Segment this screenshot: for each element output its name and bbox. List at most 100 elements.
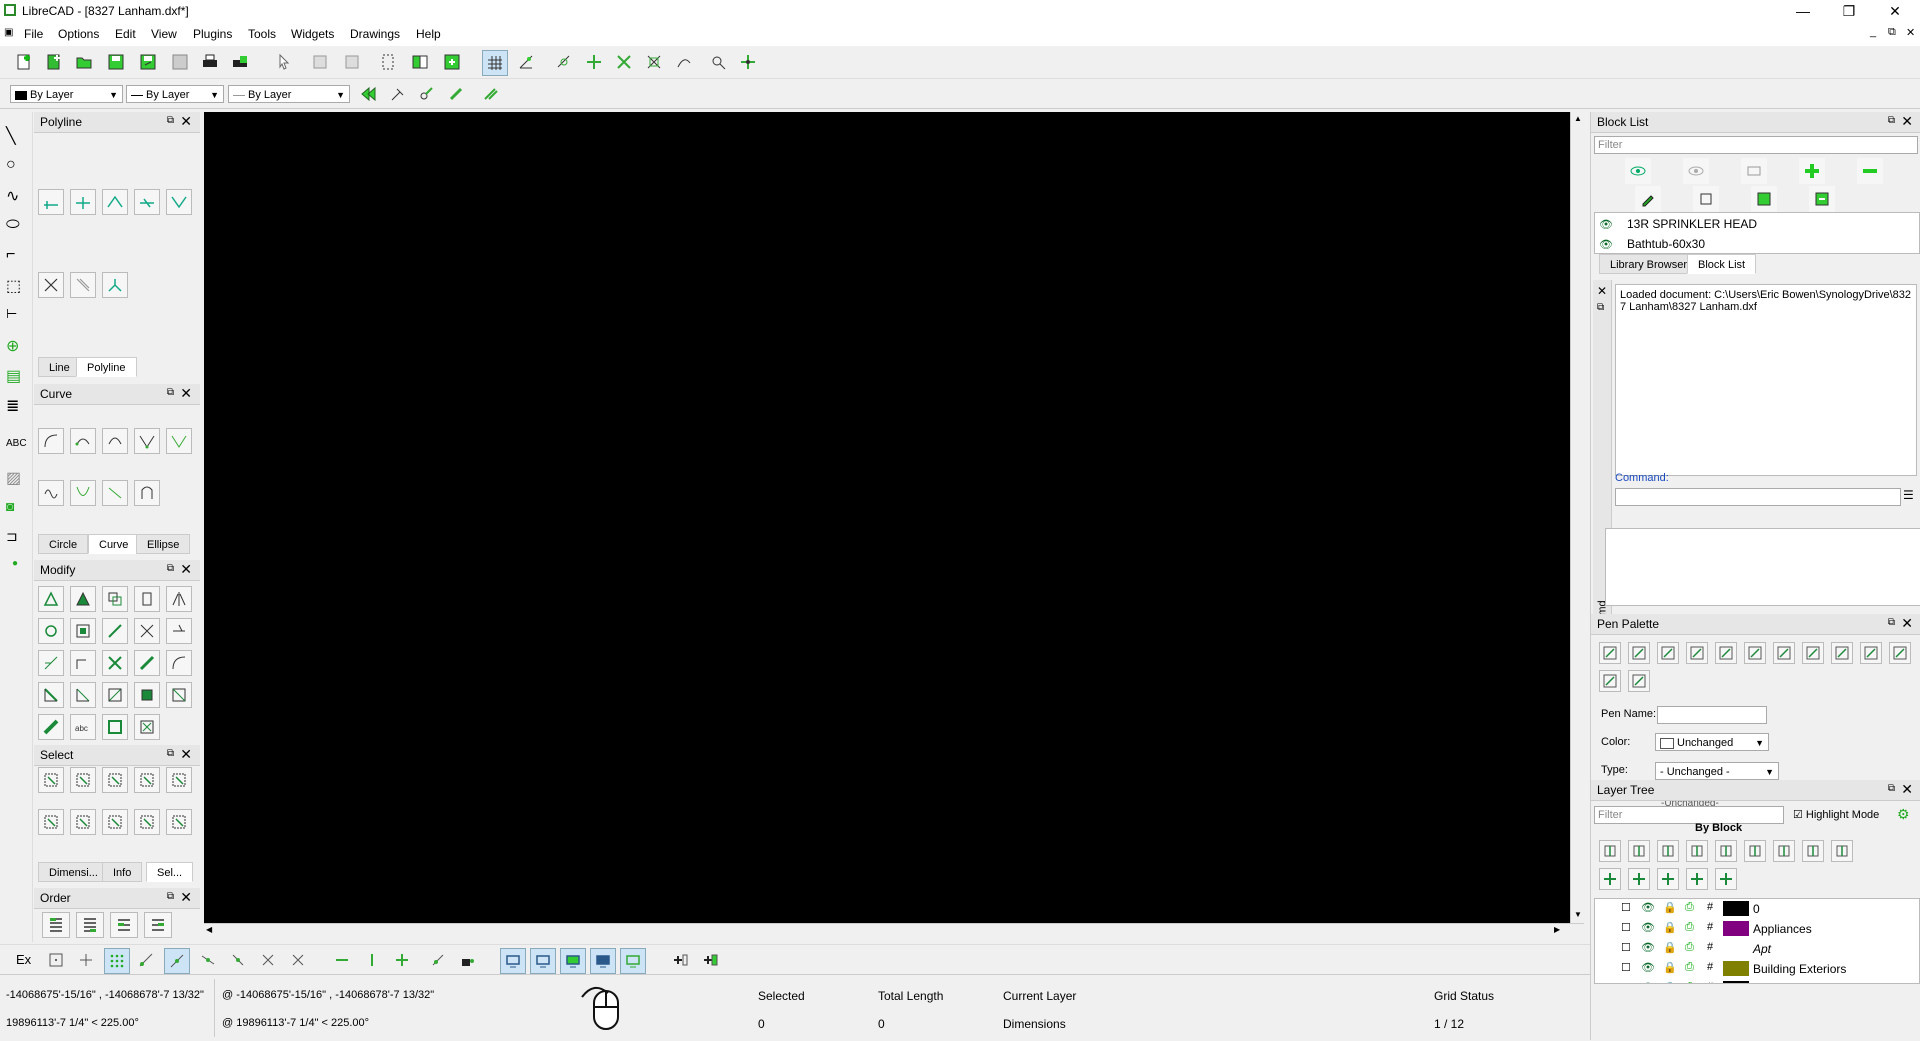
modify-rotate-two-button[interactable] [38, 618, 64, 644]
select-single-button[interactable] [38, 767, 64, 793]
snap-free-button[interactable] [44, 948, 68, 972]
layer-activate-layer-button[interactable] [1657, 840, 1679, 862]
scroll-left-icon[interactable]: ◀ [206, 925, 212, 934]
pen-pick-button[interactable] [386, 82, 410, 106]
tab-info[interactable]: Info [102, 862, 143, 882]
deselect-intersected-button[interactable] [38, 809, 64, 835]
layer-layer-list-button[interactable] [1715, 868, 1737, 890]
order-lower-button[interactable] [110, 912, 138, 938]
layer-expand-icon[interactable]: ☐ [1621, 961, 1631, 974]
zoom-in-button[interactable] [582, 50, 606, 74]
menu-tools[interactable]: Tools [248, 27, 276, 41]
image-tool-icon[interactable]: ◙ [6, 498, 14, 514]
modify-tool-icon[interactable]: ⊕ [6, 336, 19, 356]
view-5-button[interactable] [620, 948, 646, 974]
paste-button[interactable] [440, 50, 464, 74]
modify-trim-button[interactable] [102, 618, 128, 644]
list-item[interactable]: 👁 Bathtub-60x30 [1599, 237, 1705, 251]
pen-tool-7-button[interactable] [1773, 642, 1795, 664]
close-window-button[interactable]: ✕ [1872, 0, 1918, 22]
select-pointer-button[interactable] [272, 50, 296, 74]
layer-layer-up-button[interactable] [1715, 840, 1737, 862]
modify-rotate-button[interactable] [70, 586, 96, 612]
create-block-button-2[interactable] [1741, 158, 1767, 184]
redraw-button[interactable] [552, 50, 576, 74]
ellipse-tool-icon[interactable]: ⬭ [6, 216, 20, 234]
lock-icon[interactable]: 🔒 [1663, 941, 1677, 954]
pen-tool-13-button[interactable] [1628, 670, 1650, 692]
insert-block-button-2[interactable] [1809, 186, 1835, 212]
layer-toggle-print-button[interactable] [1802, 840, 1824, 862]
layer-lock-all-button[interactable] [1831, 840, 1853, 862]
dimension-tool-icon[interactable]: ⊢ [6, 306, 17, 322]
edit-block-button[interactable] [1693, 186, 1719, 212]
exclusive-snap-button[interactable]: Ex [16, 952, 31, 967]
modify-properties-button[interactable] [38, 682, 64, 708]
cut-button[interactable] [376, 50, 400, 74]
polyline-tool-1[interactable] [38, 189, 64, 215]
hide-all-blocks-button[interactable] [1683, 158, 1709, 184]
snap-intersection-button[interactable] [286, 948, 310, 972]
invert-selection-button[interactable] [134, 809, 160, 835]
order-tool-icon[interactable]: ≣ [6, 396, 19, 416]
menu-edit[interactable]: Edit [115, 27, 136, 41]
polyline-tool-2[interactable] [70, 189, 96, 215]
pen-color-combo[interactable]: Unchanged ▼ [1655, 733, 1769, 751]
pen-name-input[interactable] [1657, 706, 1767, 724]
pen-apply-all-button[interactable] [478, 82, 502, 106]
printer-icon[interactable]: ⎙ [1685, 941, 1694, 954]
select-intersected-button[interactable] [166, 767, 192, 793]
close-icon[interactable]: ✕ [180, 385, 192, 402]
tab-select[interactable]: Sel... [146, 862, 194, 882]
order-top-button[interactable] [76, 912, 104, 938]
layer-add-layer-button[interactable] [1599, 868, 1621, 890]
modify-mirror-button[interactable] [134, 586, 160, 612]
arc-chord-tool[interactable] [102, 480, 128, 506]
select-all-button[interactable] [102, 809, 128, 835]
menu-widgets[interactable]: Widgets [291, 27, 334, 41]
lock-relative-zero-button[interactable] [456, 948, 480, 972]
create-block-button[interactable] [698, 948, 722, 972]
float-icon[interactable]: ⧉ [167, 891, 174, 902]
eye-icon[interactable]: 👁 [1641, 961, 1655, 974]
zoom-window-button[interactable] [706, 50, 730, 74]
order-raise-button[interactable] [144, 912, 172, 938]
close-icon[interactable]: ✕ [1901, 113, 1913, 130]
layer-filter-input[interactable]: Filter [1594, 806, 1784, 824]
eye-icon[interactable]: 👁 [1641, 941, 1655, 954]
open-file-button[interactable] [72, 50, 96, 74]
layer-layer-down-button[interactable] [1744, 840, 1766, 862]
close-icon[interactable]: ✕ [180, 561, 192, 578]
eye-icon[interactable]: 👁 [1599, 219, 1613, 231]
polyline-tool-7[interactable] [70, 272, 96, 298]
modify-bevel-button[interactable] [70, 650, 96, 676]
polyline-tool-3[interactable] [102, 189, 128, 215]
gear-icon[interactable]: ⚙ [1897, 806, 1910, 823]
maximize-button[interactable]: ❐ [1826, 0, 1872, 22]
save-block-button[interactable] [1751, 186, 1777, 212]
list-item[interactable]: 👁 13R SPRINKLER HEAD [1599, 217, 1757, 231]
deselect-window-button[interactable] [102, 767, 128, 793]
add-block-button[interactable] [1799, 158, 1825, 184]
select-layer-button[interactable] [70, 809, 96, 835]
layer-remove-layer-button[interactable] [1657, 868, 1679, 890]
float-icon[interactable]: ⧉ [167, 563, 174, 574]
order-bottom-button[interactable] [42, 912, 70, 938]
arc-center-tool[interactable] [38, 428, 64, 454]
modify-delete-button[interactable] [102, 682, 128, 708]
line-tool-icon[interactable]: ╲ [6, 126, 16, 146]
toggle-grid-button[interactable] [482, 50, 508, 76]
linetype-combo[interactable]: By Layer ▼ [126, 85, 224, 103]
layer-row[interactable]: ☐ 👁 🔒 ⎙ # Apt [1595, 939, 1917, 959]
tab-circle[interactable]: Circle [38, 534, 89, 554]
modify-trim-two-button[interactable] [134, 618, 160, 644]
layer-add-layer-child-button[interactable] [1773, 840, 1795, 862]
float-icon[interactable]: ⧉ [1888, 617, 1895, 628]
modify-offset-button[interactable] [38, 650, 64, 676]
view-2-button[interactable] [530, 948, 556, 974]
printer-icon[interactable]: ⎙ [1685, 981, 1694, 983]
lock-icon[interactable]: 🔒 [1663, 981, 1677, 983]
zoom-pan-button[interactable] [736, 50, 760, 74]
mdi-close-button[interactable]: ✕ [1906, 26, 1915, 39]
horizontal-scrollbar[interactable]: ◀ ▶ [204, 923, 1584, 938]
